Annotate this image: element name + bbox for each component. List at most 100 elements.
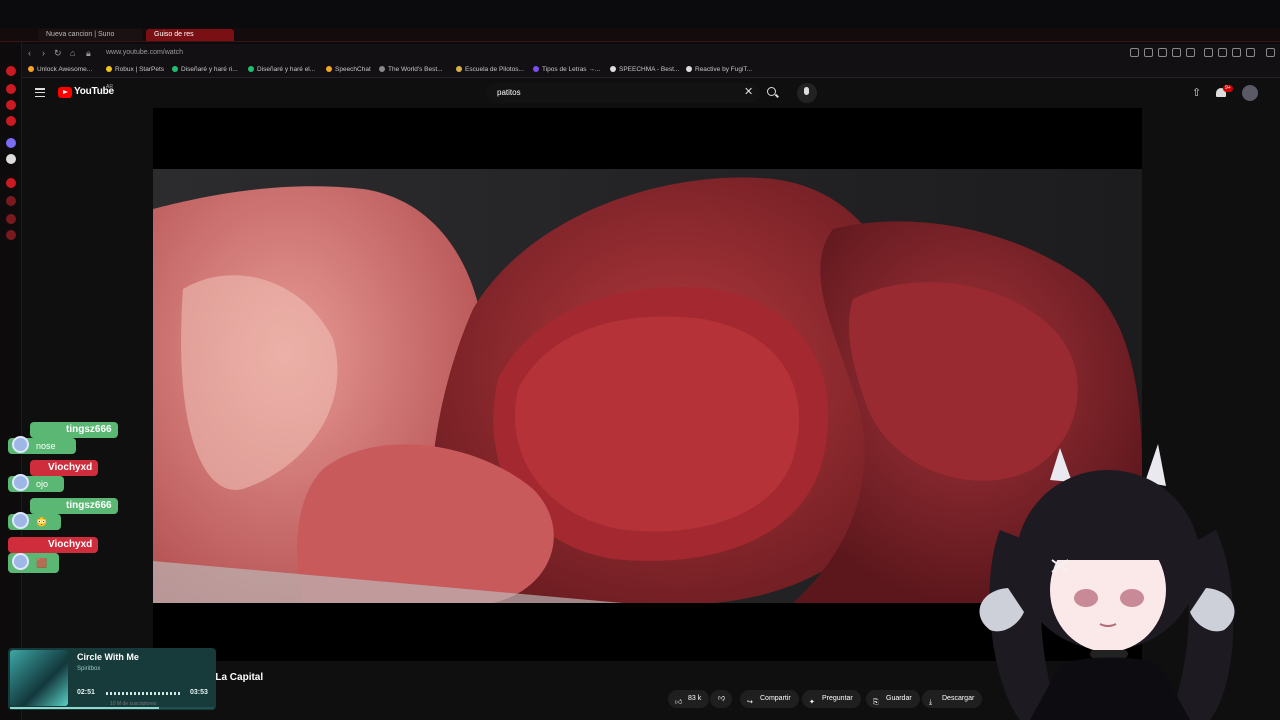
save-label: Guardar [886,695,912,702]
bookmark-favicon [172,66,178,72]
voice-search-icon[interactable] [797,83,817,103]
bookmark-label: SpeechChat [335,66,371,73]
bookmark-favicon [28,66,34,72]
aria-ai-icon[interactable] [1246,48,1255,57]
track-artist: Spiritbox [77,666,101,672]
account-avatar[interactable] [1242,85,1258,101]
bookmark-icon[interactable] [1130,48,1139,57]
snapshot-icon[interactable] [1144,48,1153,57]
share-icon: ↪ [747,699,753,706]
track-elapsed: 02:51 [77,689,95,696]
region-label: AR [106,84,113,90]
save-icon: ⎘ [873,699,879,706]
home-icon[interactable]: ⌂ [70,47,75,59]
bookmark-label: The World's Best... [388,66,443,73]
save-button[interactable]: ⎘ Guardar [866,690,920,708]
vpn-icon[interactable] [1158,48,1167,57]
chat-username: tingsz666 [30,498,118,514]
youtube-logo-icon[interactable] [58,87,72,98]
history-icon[interactable] [6,178,16,188]
player-icon[interactable] [1172,48,1181,57]
vtuber-avatar [979,444,1235,720]
search-input[interactable]: patitos [497,88,521,97]
browser-tab[interactable]: Nueva cancion | Suno [38,29,142,41]
sparkle-icon: ✦ [809,699,815,706]
ask-label: Preguntar [822,695,853,702]
bookmark-item[interactable]: Diseñaré y haré ri... [172,65,238,75]
notifications-badge: 9+ [1223,85,1233,92]
download-icon[interactable] [1232,48,1241,57]
clock-icon[interactable] [6,196,16,206]
bookmark-item[interactable]: Diseñaré y haré el... [248,65,315,75]
forward-icon[interactable]: › [42,47,45,59]
bookmark-item[interactable]: Tipos de Letras →... [533,65,600,75]
track-title: Circle With Me [77,652,139,662]
bookmark-item[interactable]: SPEECHMA - Best... [610,65,679,75]
create-upload-icon[interactable]: ⇧ [1192,86,1201,99]
chat-username: tingsz666 [30,422,118,438]
share-label: Compartir [760,695,791,702]
bookmark-favicon [456,66,462,72]
x-icon[interactable] [6,154,16,164]
bookmark-favicon [533,66,539,72]
track-progress-bar [10,707,214,709]
opera-icon[interactable] [6,66,16,76]
address-bar: ‹ › ↻ ⌂ 🔒︎ www.youtube.com/watch [22,44,1280,62]
chat-avatar [12,474,29,491]
reload-icon[interactable]: ↻ [54,47,62,59]
browser-tab-active[interactable]: Guiso de res [146,29,234,41]
track-waveform [106,692,182,695]
search-icon[interactable] [767,87,776,96]
back-icon[interactable]: ‹ [28,47,31,59]
track-progress-fill [10,707,159,709]
bookmark-item[interactable]: Reactive by FugiT... [686,65,752,75]
bookmark-item[interactable]: Robux | StarPets [106,65,164,75]
chat-username: Viochyxd [8,537,99,553]
browser-sidebar [0,42,22,720]
heart-icon[interactable] [1186,48,1195,57]
album-art [10,650,68,706]
bookmark-label: Diseñaré y haré ri... [181,66,238,73]
like-button[interactable]: 👍︎ 83 k [668,690,710,708]
lock-icon: 🔒︎ [86,48,91,58]
dislike-button[interactable]: 👎︎ [710,690,732,708]
chat-avatar [12,512,29,529]
download-icon: ⤓ [929,699,933,706]
url-field[interactable]: www.youtube.com/watch [106,47,183,59]
twitch-icon[interactable] [6,138,16,148]
bookmark-favicon [106,66,112,72]
bookmark-item[interactable]: Unlock Awesome... [28,65,92,75]
extensions-icon[interactable] [6,214,16,224]
bookmark-label: Escuela de Pilotos... [465,66,524,73]
ask-button[interactable]: ✦ Preguntar [802,690,861,708]
pinboard-icon[interactable] [6,116,16,126]
screen: Nueva cancion | Suno Guiso de res ‹ › ↻ … [0,0,1280,720]
hamburger-menu-icon[interactable] [35,88,45,98]
bookmark-item[interactable]: The World's Best... [379,65,443,75]
thumbs-up-icon: 👍︎ [675,699,683,706]
search-box[interactable] [486,83,760,103]
aria-icon[interactable] [6,100,16,110]
profile-icon[interactable] [1218,48,1227,57]
bookmark-favicon [248,66,254,72]
chat-avatar [12,553,29,570]
chat-username: Viochyxd [30,460,99,476]
bookmark-label: Unlock Awesome... [37,66,93,73]
messenger-icon[interactable] [1204,48,1213,57]
chat-avatar [12,436,29,453]
like-count: 83 k [688,695,702,702]
bookmark-label: Tipos de Letras →... [542,66,601,73]
bookmark-item[interactable]: Escuela de Pilotos... [456,65,524,75]
bookmark-label: Robux | StarPets [115,66,165,73]
music-icon[interactable] [6,84,16,94]
menu-icon[interactable] [1266,48,1275,57]
bookmark-favicon [326,66,332,72]
thumbs-down-icon: 👎︎ [718,695,726,702]
settings-icon[interactable] [6,230,16,240]
bookmarks-bar: Unlock Awesome... Robux | StarPets Diseñ… [22,62,1280,78]
bookmark-favicon [610,66,616,72]
bookmark-item[interactable]: SpeechChat [326,65,371,75]
browser-tab-strip: Nueva cancion | Suno Guiso de res [0,28,1280,42]
share-button[interactable]: ↪ Compartir [740,690,799,708]
clear-search-icon[interactable]: ✕ [744,86,753,98]
